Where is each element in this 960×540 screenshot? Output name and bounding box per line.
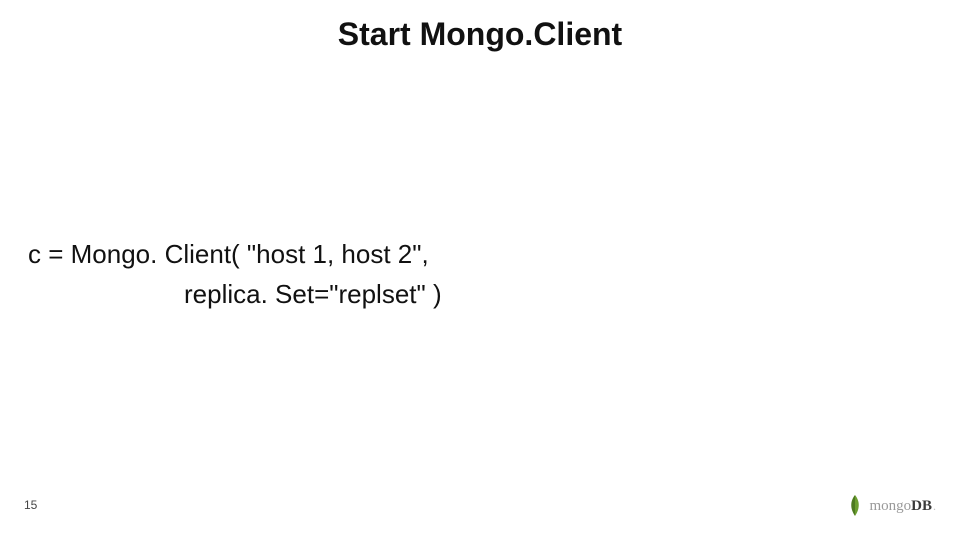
brand-prefix: mongo	[869, 498, 911, 514]
brand-text: mongoDB.	[869, 498, 936, 515]
code-line-2: replica. Set="replset" )	[28, 274, 748, 314]
brand-logo: mongoDB.	[847, 494, 936, 518]
slide: Start Mongo.Client c = Mongo. Client( "h…	[0, 0, 960, 540]
code-line-1: c = Mongo. Client( "host 1, host 2",	[28, 239, 429, 269]
slide-title: Start Mongo.Client	[0, 16, 960, 53]
leaf-icon	[847, 494, 863, 518]
brand-dot: .	[932, 499, 936, 513]
page-number: 15	[24, 498, 37, 512]
brand-suffix: DB	[911, 498, 932, 514]
code-block: c = Mongo. Client( "host 1, host 2", rep…	[28, 234, 748, 315]
